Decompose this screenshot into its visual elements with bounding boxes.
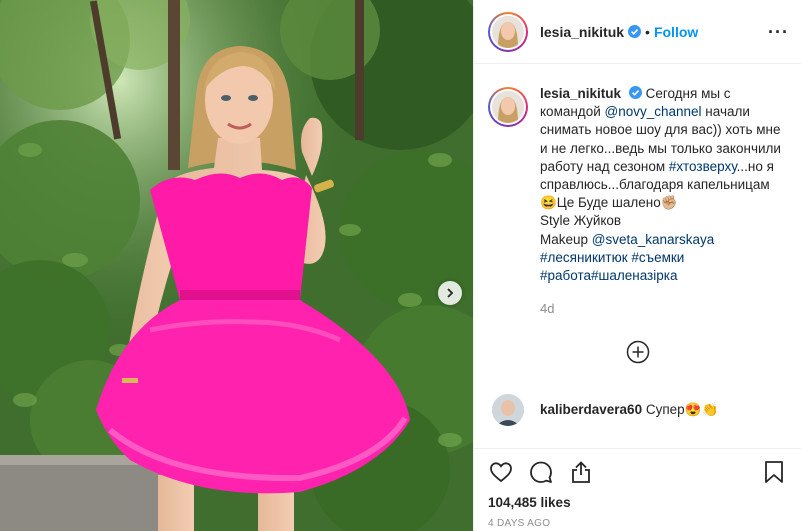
caption-line4: 😆Це Буде шалено✊🏼 xyxy=(540,195,678,211)
author-avatar[interactable] xyxy=(488,11,528,52)
comment-icon xyxy=(530,461,552,483)
comment-body: Супер😍👏 xyxy=(645,402,719,418)
post-date[interactable]: 4 DAYS AGO xyxy=(488,518,787,529)
likes-count[interactable]: 104,485 likes xyxy=(488,495,787,510)
caption-avatar-image xyxy=(492,91,524,123)
header-separator: • xyxy=(645,23,650,40)
caption-text: lesia_nikituk Сегодня мы с командой @nov… xyxy=(540,85,787,285)
post-photo[interactable] xyxy=(0,0,473,531)
post-actions: 104,485 likes 4 DAYS AGO xyxy=(474,448,801,529)
makeup-label: Makeup xyxy=(540,231,592,247)
hashtag-link[interactable]: #работа xyxy=(540,268,591,283)
carousel-next-button[interactable] xyxy=(438,281,462,305)
load-more-comments xyxy=(488,340,787,364)
comment-text: kaliberdavera60 Супер😍👏 xyxy=(540,402,718,418)
author-avatar-image xyxy=(492,15,524,48)
post-side-panel: lesia_nikituk • Follow ··· lesia_nikituk… xyxy=(473,0,801,531)
bookmark-icon xyxy=(765,461,783,483)
share-button[interactable] xyxy=(568,459,594,485)
caption-line5: Style Жуйков xyxy=(540,213,622,229)
verified-badge-icon xyxy=(628,25,642,38)
caption-username[interactable]: lesia_nikituk xyxy=(540,86,621,101)
action-icons xyxy=(488,457,787,487)
caption-author-avatar[interactable] xyxy=(488,87,528,127)
comments-section: lesia_nikituk Сегодня мы с командой @nov… xyxy=(474,65,801,448)
share-icon xyxy=(572,461,590,483)
plus-circle-icon[interactable] xyxy=(626,340,650,364)
heart-icon xyxy=(490,462,512,483)
hashtag-link[interactable]: #хтозверху xyxy=(669,159,737,174)
save-button[interactable] xyxy=(761,459,787,485)
caption: lesia_nikituk Сегодня мы с командой @nov… xyxy=(488,85,787,285)
verified-badge-icon xyxy=(628,86,642,99)
commenter-username[interactable]: kaliberdavera60 xyxy=(540,402,642,417)
instagram-post: lesia_nikituk • Follow ··· lesia_nikituk… xyxy=(0,0,801,531)
post-header: lesia_nikituk • Follow ··· xyxy=(474,0,801,64)
like-button[interactable] xyxy=(488,459,514,485)
mention-novy-channel[interactable]: @novy_channel xyxy=(605,104,702,119)
commenter-avatar[interactable] xyxy=(492,394,524,427)
post-image xyxy=(0,0,473,531)
more-options-icon[interactable]: ··· xyxy=(768,23,789,41)
follow-button[interactable]: Follow xyxy=(654,24,698,40)
hashtag-link[interactable]: #лесяникитюк xyxy=(540,250,628,265)
comment-item: kaliberdavera60 Супер😍👏 xyxy=(488,394,787,427)
author-username[interactable]: lesia_nikituk xyxy=(540,24,624,40)
caption-time-ago[interactable]: 4d xyxy=(540,301,787,316)
hashtag-link[interactable]: #съемки xyxy=(631,250,684,265)
comment-button[interactable] xyxy=(528,459,554,485)
chevron-right-icon xyxy=(447,288,454,298)
mention-sveta-kanarskaya[interactable]: @sveta_kanarskaya xyxy=(592,232,715,247)
hashtag-link[interactable]: #шаленазірка xyxy=(591,268,677,283)
